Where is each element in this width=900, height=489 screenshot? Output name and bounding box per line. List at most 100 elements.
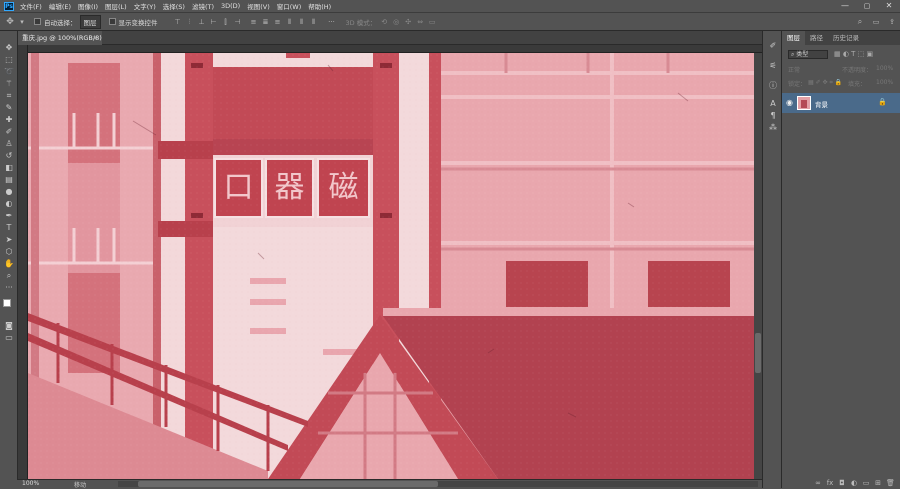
path-select-icon[interactable]: ➤ xyxy=(3,235,15,245)
pan-3d-icon[interactable]: ✣ xyxy=(404,18,412,26)
align-bottom-icon[interactable]: ⊥ xyxy=(198,18,206,26)
vertical-scroll-thumb[interactable] xyxy=(755,333,761,373)
marquee-icon[interactable]: ⬚ xyxy=(3,55,15,65)
blur-icon[interactable]: ● xyxy=(3,187,15,197)
more-options-icon[interactable]: ··· xyxy=(328,18,336,26)
menu-window[interactable]: 窗口(W) xyxy=(277,1,302,11)
slide-3d-icon[interactable]: ⇔ xyxy=(416,18,424,26)
tab-history[interactable]: 历史记录 xyxy=(828,31,864,45)
new-layer-icon[interactable]: ⊞ xyxy=(874,479,882,487)
auto-select-dropdown[interactable]: 图层 xyxy=(79,14,101,29)
eraser-icon[interactable]: ◧ xyxy=(3,163,15,173)
roll-3d-icon[interactable]: ◎ xyxy=(392,18,400,26)
brush-icon[interactable]: ✐ xyxy=(3,127,15,137)
layer-filter-dropdown[interactable]: ⌕ 类型 xyxy=(788,50,828,59)
delete-layer-icon[interactable]: 🗑 xyxy=(886,479,895,487)
menu-view[interactable]: 视图(V) xyxy=(247,1,270,11)
distribute-vcenter-icon[interactable]: ≣ xyxy=(262,18,270,26)
layer-lock-icon[interactable]: 🔒 xyxy=(878,98,887,106)
zoom-icon[interactable]: ⌕ xyxy=(3,271,15,281)
more-icon[interactable]: ··· xyxy=(3,283,15,293)
menu-help[interactable]: 帮助(H) xyxy=(308,1,331,11)
tab-layers[interactable]: 图层 xyxy=(782,31,805,45)
align-right-icon[interactable]: ⊣ xyxy=(234,18,242,26)
align-hcenter-icon[interactable]: ⫿ xyxy=(222,18,230,26)
menu-edit[interactable]: 编辑(E) xyxy=(49,1,71,11)
distribute-bottom-icon[interactable]: ≡ xyxy=(274,18,282,26)
menu-image[interactable]: 图像(I) xyxy=(78,1,98,11)
shape-icon[interactable]: ⬡ xyxy=(3,247,15,257)
zoom-level[interactable]: 100% xyxy=(22,480,39,487)
fx-icon[interactable]: fx xyxy=(826,479,834,487)
crop-icon[interactable]: ⌗ xyxy=(3,91,15,101)
share-icon[interactable]: ⇪ xyxy=(888,18,896,26)
history-brush-icon[interactable]: ↺ xyxy=(3,151,15,161)
tab-paths[interactable]: 路径 xyxy=(805,31,828,45)
auto-select-option[interactable]: 自动选择： 图层 xyxy=(34,14,101,29)
search-icon[interactable]: ⌕ xyxy=(856,18,864,26)
visibility-eye-icon[interactable]: ◉ xyxy=(786,98,793,107)
scale-3d-icon[interactable]: ▭ xyxy=(428,18,436,26)
opacity-value[interactable]: 100% xyxy=(876,65,893,72)
lasso-icon[interactable]: ➰ xyxy=(3,67,15,77)
distribute-left-icon[interactable]: ⦀ xyxy=(286,18,294,26)
close-tab-icon[interactable]: × xyxy=(93,31,98,45)
foreground-color-swatch[interactable] xyxy=(3,299,11,307)
orbit-3d-icon[interactable]: ⟲ xyxy=(380,18,388,26)
pen-icon[interactable]: ✒ xyxy=(3,211,15,221)
distribute-right-icon[interactable]: ⦀ xyxy=(310,18,318,26)
menu-filter[interactable]: 滤镜(T) xyxy=(192,1,214,11)
move-icon[interactable]: ✥ xyxy=(3,43,15,53)
top-ruler[interactable] xyxy=(28,45,762,53)
hand-icon[interactable]: ✋ xyxy=(3,259,15,269)
distribute-top-icon[interactable]: ≡ xyxy=(250,18,258,26)
magic-wand-icon[interactable]: ⚚ xyxy=(3,79,15,89)
show-transform-option[interactable]: 显示变换控件 xyxy=(108,17,158,27)
character-icon[interactable]: A xyxy=(767,99,779,109)
lock-icons[interactable]: ▦ ✐ ✥ ⌗ 🔒 xyxy=(808,79,842,87)
move-tool-preset-icon[interactable]: ✥ xyxy=(6,17,14,26)
document-tab[interactable]: 重庆.jpg @ 100%(RGB/8) × xyxy=(18,31,102,45)
adjustments-icon[interactable]: ⚟ xyxy=(767,61,779,71)
quick-mask-icon[interactable]: ◙ xyxy=(3,321,15,331)
menu-select[interactable]: 选择(S) xyxy=(163,1,185,11)
dodge-icon[interactable]: ◐ xyxy=(3,199,15,209)
layer-row-background[interactable]: ◉ 背景 🔒 xyxy=(782,93,900,113)
stamp-icon[interactable]: ♙ xyxy=(3,139,15,149)
document-canvas[interactable]: 口 器 磁 xyxy=(28,53,754,479)
left-ruler[interactable] xyxy=(18,45,28,479)
chevron-down-icon[interactable]: ▾ xyxy=(18,18,26,26)
healing-icon[interactable]: ✚ xyxy=(3,115,15,125)
screen-mode-icon[interactable]: ▭ xyxy=(3,333,15,343)
adjustment-layer-icon[interactable]: ◐ xyxy=(850,479,858,487)
minimize-button[interactable]: — xyxy=(834,0,856,12)
filter-icons[interactable]: ▦ ◐ T ⬚ ▣ xyxy=(834,50,873,58)
show-transform-checkbox[interactable] xyxy=(108,18,116,25)
vertical-scrollbar[interactable] xyxy=(754,53,762,479)
eyedropper-icon[interactable]: ✎ xyxy=(3,103,15,113)
align-top-icon[interactable]: ⊤ xyxy=(174,18,182,26)
align-vcenter-icon[interactable]: ⫶ xyxy=(186,18,194,26)
blend-mode-dropdown[interactable]: 正常 xyxy=(788,65,800,74)
align-left-icon[interactable]: ⊢ xyxy=(210,18,218,26)
info-icon[interactable]: ⓘ xyxy=(767,81,779,91)
menu-file[interactable]: 文件(F) xyxy=(20,1,42,11)
gradient-icon[interactable]: ▤ xyxy=(3,175,15,185)
group-icon[interactable]: ▭ xyxy=(862,479,870,487)
workspace-icon[interactable]: ▭ xyxy=(872,18,880,26)
maximize-button[interactable]: ▢ xyxy=(856,0,878,12)
type-icon[interactable]: T xyxy=(3,223,15,233)
horizontal-scroll-thumb[interactable] xyxy=(138,481,438,487)
menu-layer[interactable]: 图层(L) xyxy=(105,1,127,11)
paragraph-icon[interactable]: ¶ xyxy=(767,111,779,121)
add-mask-icon[interactable]: ◘ xyxy=(838,479,846,487)
horizontal-scrollbar[interactable] xyxy=(118,481,758,487)
menu-3d[interactable]: 3D(D) xyxy=(221,2,240,10)
distribute-hcenter-icon[interactable]: ⦀ xyxy=(298,18,306,26)
auto-select-checkbox[interactable] xyxy=(34,18,41,25)
menu-type[interactable]: 文字(Y) xyxy=(134,1,156,11)
link-layers-icon[interactable]: ∞ xyxy=(814,479,822,487)
brush-settings-icon[interactable]: ✐ xyxy=(767,41,779,51)
close-button[interactable]: ✕ xyxy=(878,0,900,12)
fill-value[interactable]: 100% xyxy=(876,79,893,86)
